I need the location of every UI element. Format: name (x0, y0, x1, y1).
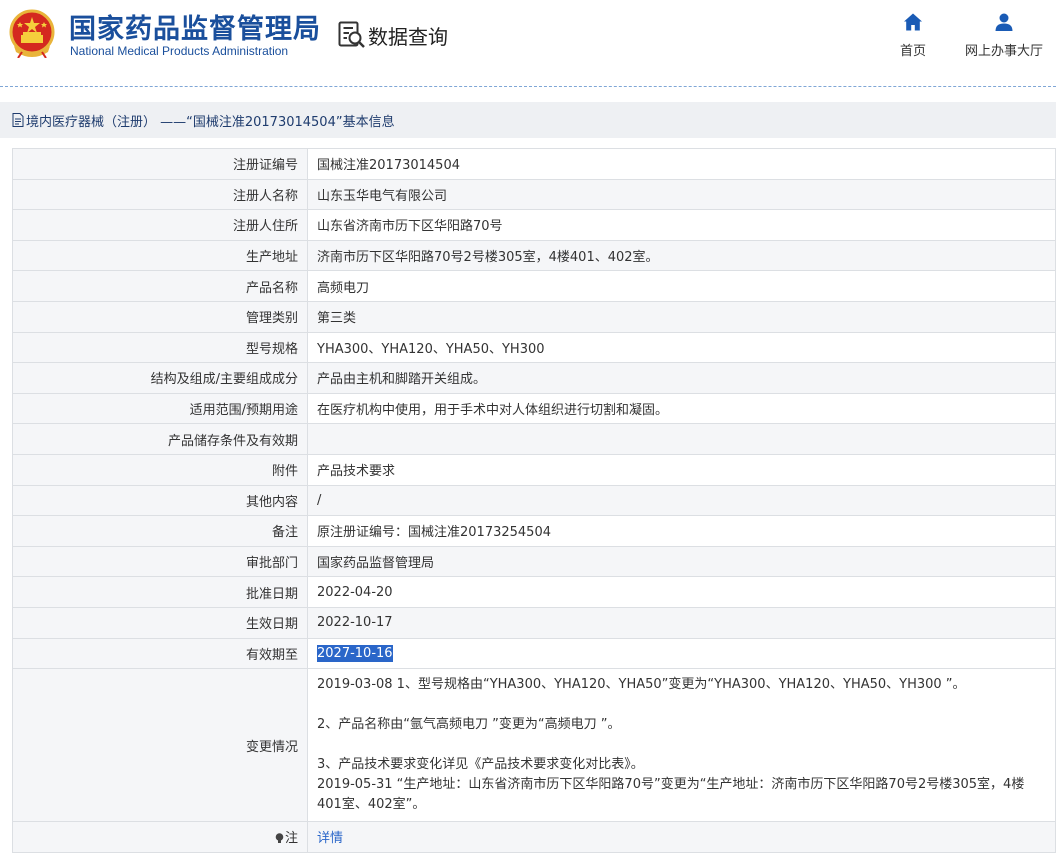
table-row: 其他内容 / (12, 484, 1056, 517)
field-value: 2022-04-20 (307, 576, 1056, 608)
bulb-icon (275, 833, 284, 844)
field-label: 适用范围/预期用途 (12, 392, 308, 425)
field-value[interactable]: 2027-10-16 (307, 637, 1056, 670)
field-label: 注册证编号 (12, 148, 308, 180)
record-title-bar: 境内医疗器械（注册） ——“国械注准20173014504”基本信息 (0, 102, 1056, 138)
field-value: 济南市历下区华阳路70号2号楼305室，4楼401、402室。 (307, 239, 1056, 272)
note-label: 注 (12, 821, 308, 853)
field-value (307, 423, 1056, 455)
table-row: 结构及组成/主要组成成分 产品由主机和脚踏开关组成。 (12, 362, 1056, 394)
field-label: 有效期至 (12, 637, 308, 670)
field-label: 其他内容 (12, 484, 308, 517)
field-value: YHA300、YHA120、YHA50、YH300 (307, 331, 1056, 364)
field-value: 产品由主机和脚踏开关组成。 (307, 362, 1056, 394)
field-value: 高频电刀 (307, 270, 1056, 302)
table-row: 产品储存条件及有效期 (12, 423, 1056, 455)
table-row: 注册人名称 山东玉华电气有限公司 (12, 178, 1056, 211)
table-row: 管理类别 第三类 (12, 300, 1056, 333)
table-row: 附件 产品技术要求 (12, 453, 1056, 486)
record-title: 境内医疗器械（注册） ——“国械注准20173014504”基本信息 (26, 114, 395, 130)
detail-link[interactable]: 详情 (317, 831, 343, 846)
table-row: 产品名称 高频电刀 (12, 270, 1056, 302)
field-value: 产品技术要求 (307, 453, 1056, 486)
agency-name-en: National Medical Products Administration (70, 44, 289, 58)
table-row: 备注 原注册证编号：国械注准20173254504 (12, 515, 1056, 547)
field-label: 批准日期 (12, 576, 308, 608)
home-icon (904, 13, 922, 31)
table-row: 批准日期 2022-04-20 (12, 576, 1056, 608)
table-row: 审批部门 国家药品监督管理局 (12, 545, 1056, 578)
selected-text: 2027-10-16 (317, 644, 393, 662)
field-label: 管理类别 (12, 300, 308, 333)
field-label: 结构及组成/主要组成成分 (12, 362, 308, 394)
nav-home-label: 首页 (899, 44, 926, 59)
document-icon (12, 113, 24, 127)
table-row: 注册证编号 国械注准20173014504 (12, 148, 1056, 180)
data-query-link[interactable]: 数据查询 (337, 20, 448, 50)
change-line: 2019-03-08 1、型号规格由“YHA300、YHA120、YHA50”变… (317, 677, 966, 693)
device-info-table: 注册证编号 国械注准20173014504 注册人名称 山东玉华电气有限公司 注… (12, 148, 1056, 853)
field-label: 型号规格 (12, 331, 308, 364)
table-row: 生产地址 济南市历下区华阳路70号2号楼305室，4楼401、402室。 (12, 239, 1056, 272)
change-line: 2019-05-31 “生产地址：山东省济南市历下区华阳路70号”变更为“生产地… (317, 777, 1025, 813)
data-query-label: 数据查询 (368, 24, 448, 49)
field-label: 生产地址 (12, 239, 308, 272)
table-row-change: 变更情况 2019-03-08 1、型号规格由“YHA300、YHA120、YH… (12, 668, 1056, 823)
field-label: 生效日期 (12, 606, 308, 639)
table-row-note: 注 详情 (12, 821, 1056, 853)
table-row: 适用范围/预期用途 在医疗机构中使用，用于手术中对人体组织进行切割和凝固。 (12, 392, 1056, 425)
field-value: 第三类 (307, 300, 1056, 333)
nav-home[interactable]: 首页 (890, 12, 936, 59)
field-value: 在医疗机构中使用，用于手术中对人体组织进行切割和凝固。 (307, 392, 1056, 425)
field-value: 山东玉华电气有限公司 (307, 178, 1056, 211)
field-value: 国家药品监督管理局 (307, 545, 1056, 578)
national-emblem-icon (9, 9, 55, 58)
note-value: 详情 (307, 821, 1056, 853)
nav-online-hall[interactable]: 网上办事大厅 (958, 12, 1050, 59)
nav-online-hall-label: 网上办事大厅 (964, 44, 1043, 59)
field-label: 注册人住所 (12, 209, 308, 241)
header-divider (0, 86, 1056, 87)
table-row: 型号规格 YHA300、YHA120、YHA50、YH300 (12, 331, 1056, 364)
table-row: 有效期至 2027-10-16 (12, 637, 1056, 670)
field-value: / (307, 484, 1056, 517)
agency-name-cn: 国家药品监督管理局 (69, 14, 321, 45)
table-row: 注册人住所 山东省济南市历下区华阳路70号 (12, 209, 1056, 241)
change-line: 2、产品名称由“氩气高频电刀 ”变更为“高频电刀 ”。 (317, 717, 621, 733)
field-value: 2022-10-17 (307, 606, 1056, 639)
field-label: 产品名称 (12, 270, 308, 302)
change-line: 3、产品技术要求变化详见《产品技术要求变化对比表》。 (317, 757, 644, 773)
field-label: 审批部门 (12, 545, 308, 578)
change-history: 2019-03-08 1、型号规格由“YHA300、YHA120、YHA50”变… (307, 668, 1056, 823)
field-label: 变更情况 (12, 668, 308, 823)
field-value: 原注册证编号：国械注准20173254504 (307, 515, 1056, 547)
note-label-text: 注 (284, 831, 298, 847)
field-label: 产品储存条件及有效期 (12, 423, 308, 455)
field-label: 注册人名称 (12, 178, 308, 211)
field-value: 山东省济南市历下区华阳路70号 (307, 209, 1056, 241)
site-header: 国家药品监督管理局 National Medical Products Admi… (0, 0, 1056, 86)
table-row: 生效日期 2022-10-17 (12, 606, 1056, 639)
field-value: 国械注准20173014504 (307, 148, 1056, 180)
field-label: 附件 (12, 453, 308, 486)
data-query-icon (338, 21, 365, 48)
user-icon (995, 13, 1013, 31)
field-label: 备注 (12, 515, 308, 547)
